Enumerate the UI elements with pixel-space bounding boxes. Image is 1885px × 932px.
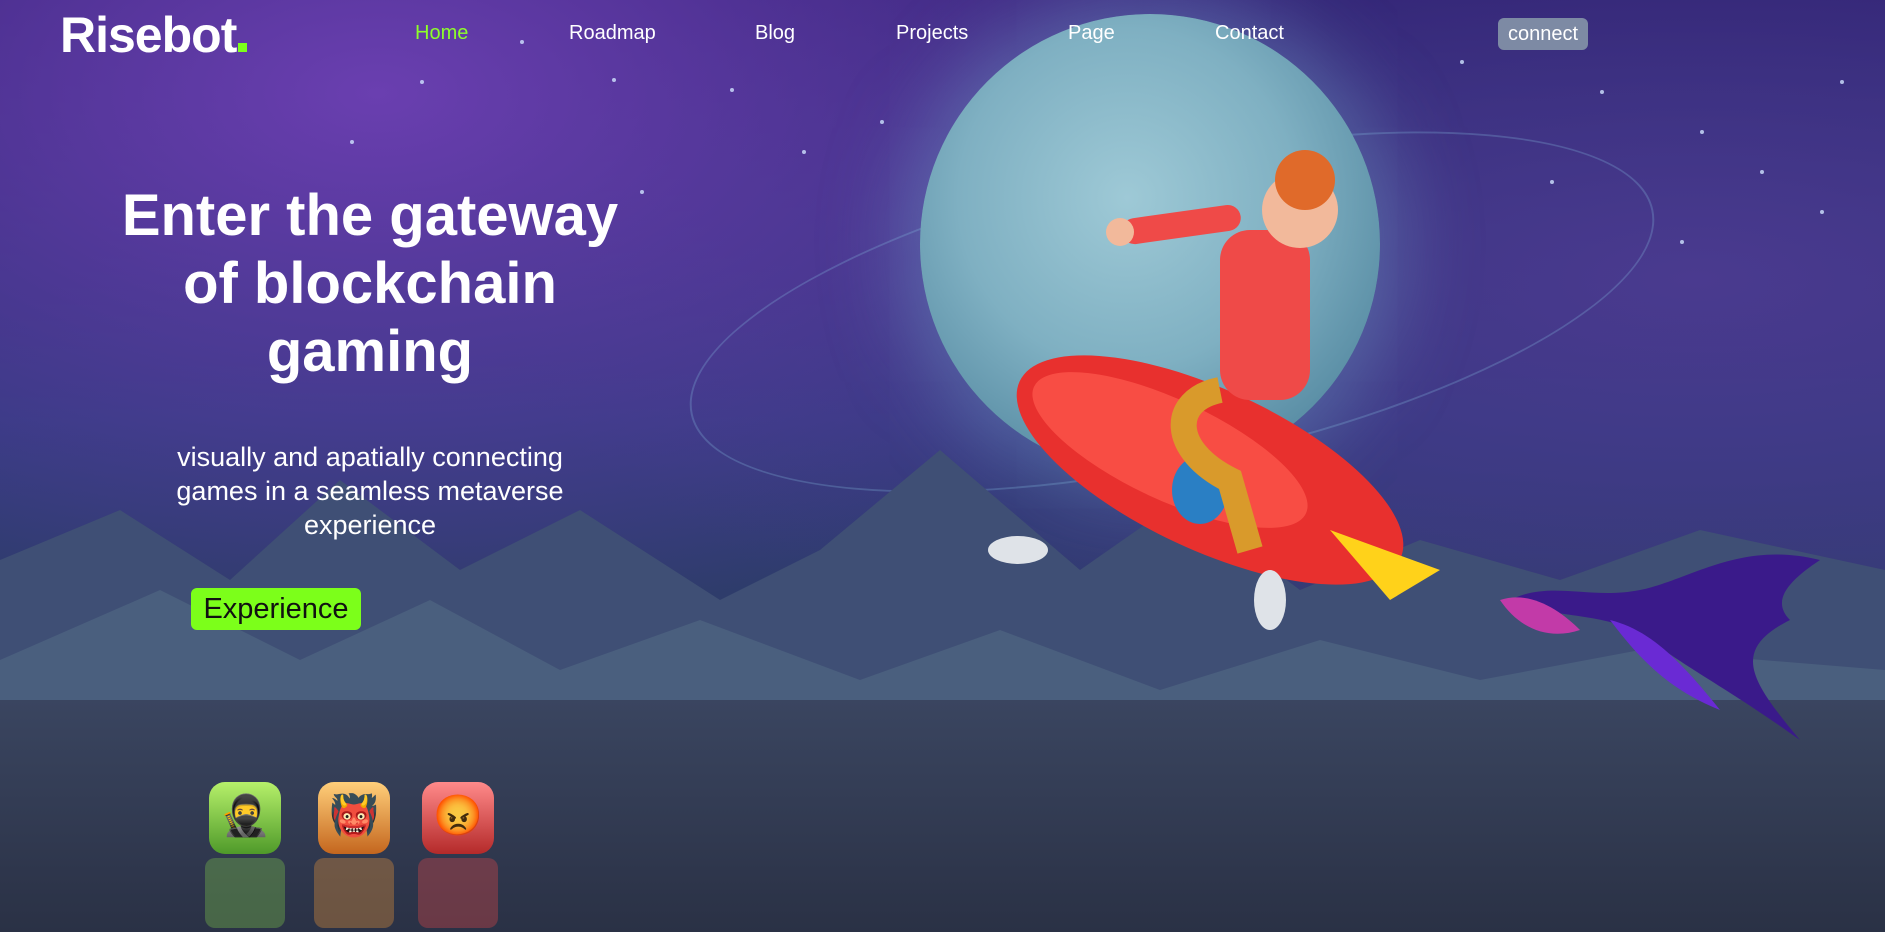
logo-dot: [238, 43, 248, 52]
game-tile-warrior[interactable]: 😡: [414, 778, 502, 928]
top-nav: Risebot Home Roadmap Blog Projects Page …: [0, 0, 1885, 70]
nav-item-roadmap[interactable]: Roadmap: [569, 22, 656, 45]
experience-button[interactable]: Experience: [191, 588, 361, 630]
purple-splash: [1500, 554, 1820, 740]
game-tile-ogre[interactable]: 👹: [310, 778, 398, 928]
connect-button[interactable]: connect: [1498, 18, 1588, 50]
game-tile-ninja[interactable]: 🥷: [201, 778, 289, 928]
logo-text: Risebot: [60, 7, 237, 63]
nav-item-home[interactable]: Home: [415, 22, 468, 45]
nav-item-contact[interactable]: Contact: [1215, 22, 1284, 45]
ninja-icon: 🥷: [220, 794, 270, 838]
hero-title: Enter the gateway of blockchain gaming: [100, 182, 640, 386]
tile-reflection: [314, 858, 394, 928]
hero-title-line: Enter the gateway: [121, 183, 619, 248]
risebot-logo[interactable]: Risebot: [60, 6, 248, 64]
hero-subtitle: visually and apatially connecting games …: [140, 440, 600, 542]
tile-reflection: [205, 858, 285, 928]
hero-subtitle-line: experience: [303, 510, 437, 540]
hero-subtitle-line: visually and apatially connecting: [177, 442, 563, 472]
hero-subtitle-line: games in a seamless metaverse: [176, 476, 564, 506]
nav-item-page[interactable]: Page: [1068, 22, 1115, 45]
rocket-rider-illustration: [988, 150, 1440, 630]
ogre-icon: 👹: [329, 794, 379, 838]
hero-title-line: of blockchain: [183, 251, 557, 316]
hero-title-line: gaming: [266, 319, 474, 384]
nav-item-blog[interactable]: Blog: [755, 22, 795, 45]
nav-item-projects[interactable]: Projects: [896, 22, 968, 45]
tile-reflection: [418, 858, 498, 928]
warrior-icon: 😡: [433, 794, 483, 838]
